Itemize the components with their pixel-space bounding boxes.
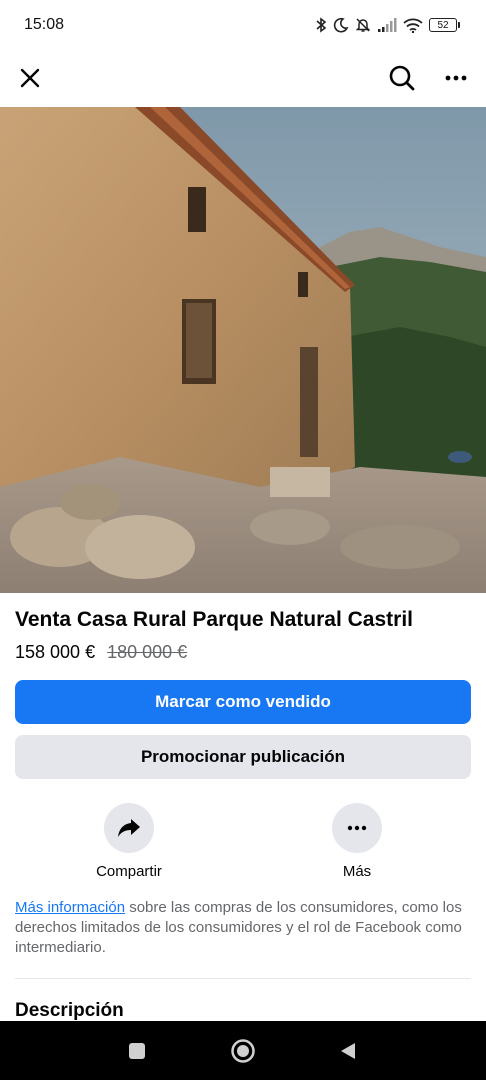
android-nav-bar xyxy=(0,1021,486,1080)
listing-photo[interactable] xyxy=(0,107,486,593)
battery-level: 52 xyxy=(429,18,457,32)
bell-muted-icon xyxy=(355,17,371,33)
recents-icon[interactable] xyxy=(122,1036,152,1066)
search-icon[interactable] xyxy=(382,58,422,98)
price-row: 158 000 € 180 000 € xyxy=(15,642,187,663)
back-icon[interactable] xyxy=(333,1036,363,1066)
status-bar: 15:08 52 xyxy=(0,0,486,50)
mark-sold-button[interactable]: Marcar como vendido xyxy=(15,680,471,724)
share-icon xyxy=(104,803,154,853)
more-action[interactable]: Más xyxy=(297,803,417,880)
top-nav xyxy=(0,50,486,106)
listing-title: Venta Casa Rural Parque Natural Castril xyxy=(15,608,413,631)
more-label: Más xyxy=(342,863,372,880)
current-price: 158 000 € xyxy=(15,642,96,662)
promote-button[interactable]: Promocionar publicación xyxy=(15,735,471,779)
wifi-icon xyxy=(403,18,423,33)
more-icon[interactable] xyxy=(436,58,476,98)
close-icon[interactable] xyxy=(10,58,50,98)
share-action[interactable]: Compartir xyxy=(69,803,189,880)
old-price: 180 000 € xyxy=(107,642,188,662)
more-info-link[interactable]: Más información xyxy=(15,899,125,916)
more-dots-icon xyxy=(332,803,382,853)
consumer-info: Más información sobre las compras de los… xyxy=(15,898,471,958)
home-icon[interactable] xyxy=(228,1036,258,1066)
divider xyxy=(15,978,471,979)
moon-icon xyxy=(333,17,349,33)
bluetooth-icon xyxy=(315,17,327,33)
battery-icon: 52 xyxy=(429,18,460,32)
status-time: 15:08 xyxy=(24,16,65,33)
status-icons: 52 xyxy=(315,17,460,33)
share-label: Compartir xyxy=(96,863,162,880)
description-heading: Descripción xyxy=(15,1000,124,1021)
signal-icon xyxy=(377,18,397,32)
